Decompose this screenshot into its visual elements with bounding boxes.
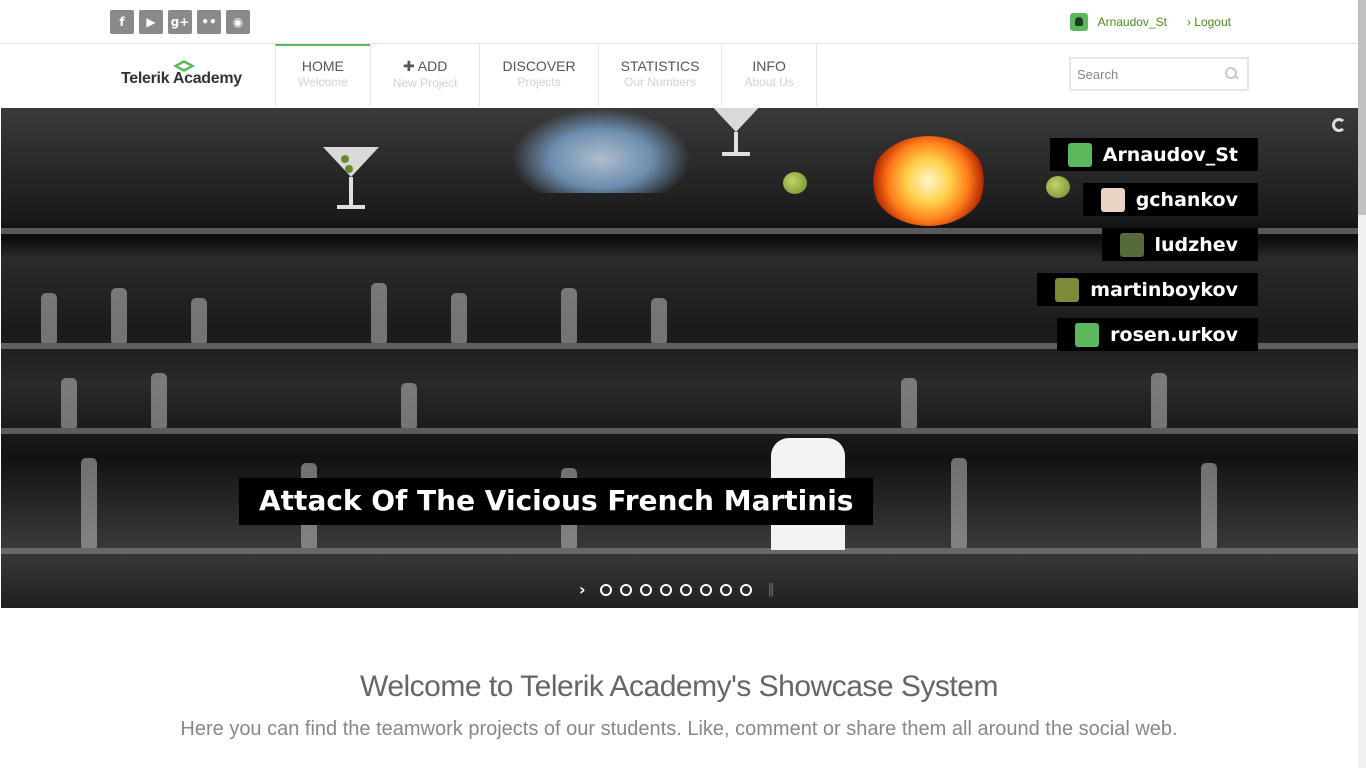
author-avatar xyxy=(1055,277,1080,302)
shelf-line xyxy=(1,548,1358,554)
user-box: Arnaudov_St › Logout xyxy=(1069,13,1231,31)
author-avatar xyxy=(1100,187,1125,212)
github-icon[interactable]: ◉ xyxy=(226,10,250,34)
nav-statistics[interactable]: STATISTICS Our Numbers xyxy=(597,44,722,106)
flickr-icon[interactable]: •• xyxy=(197,10,221,34)
bottle-decor xyxy=(81,458,97,548)
bottle-decor xyxy=(61,378,77,428)
bottle-decor xyxy=(901,378,917,428)
author-tag[interactable]: martinboykov xyxy=(1037,273,1258,306)
author-name: ludzhev xyxy=(1154,233,1239,256)
author-name: gchankov xyxy=(1135,188,1238,211)
pause-icon[interactable]: || xyxy=(768,582,775,597)
slide-dot[interactable] xyxy=(719,583,732,596)
nav-add[interactable]: ✚ ADD New Project xyxy=(369,44,480,106)
welcome-title: Welcome to Telerik Academy's Showcase Sy… xyxy=(360,670,998,703)
slide-dot[interactable] xyxy=(659,583,672,596)
nav-discover-label: DISCOVER xyxy=(502,58,576,74)
slide-dot[interactable] xyxy=(639,583,652,596)
author-tag[interactable]: gchankov xyxy=(1082,183,1258,216)
author-tag[interactable]: Arnaudov_St xyxy=(1049,138,1258,171)
author-avatar xyxy=(1067,142,1092,167)
martini-glass-graphic xyxy=(323,147,379,209)
telerik-academy-logo[interactable]: Telerik Academy xyxy=(121,60,251,90)
page-scrollbar[interactable] xyxy=(1358,0,1366,768)
martini-glass-graphic xyxy=(713,108,759,156)
nav-discover[interactable]: DISCOVER Projects xyxy=(479,44,597,106)
slide-dot[interactable] xyxy=(599,583,612,596)
shattered-glass-graphic xyxy=(511,108,691,193)
nav-statistics-sub: Our Numbers xyxy=(624,75,697,89)
shelf-line xyxy=(1,428,1358,434)
scrollbar-thumb[interactable] xyxy=(1358,0,1366,215)
search-icon[interactable] xyxy=(1225,67,1239,81)
youtube-icon[interactable]: ▶ xyxy=(139,10,163,34)
next-slide-icon[interactable]: › xyxy=(579,580,586,599)
bottle-decor xyxy=(371,283,387,343)
nav-home-label: HOME xyxy=(301,58,344,74)
slide-title[interactable]: Attack Of The Vicious French Martinis xyxy=(239,478,874,525)
bottle-decor xyxy=(561,288,577,343)
author-avatar xyxy=(1119,232,1144,257)
main-navbar: Telerik Academy HOME Welcome ✚ ADD New P… xyxy=(0,44,1358,108)
search-placeholder: Search xyxy=(1077,66,1119,82)
search-input[interactable]: Search xyxy=(1069,57,1249,91)
explosion-graphic xyxy=(871,136,986,226)
logout-link[interactable]: › Logout xyxy=(1187,15,1231,29)
nav-add-label: ✚ ADD xyxy=(402,58,448,74)
bottle-decor xyxy=(651,298,667,343)
olive-graphic xyxy=(783,172,807,194)
top-bar: f ▶ g+ •• ◉ Arnaudov_St › Logout xyxy=(0,0,1358,44)
bottle-decor xyxy=(111,288,127,343)
nav-statistics-label: STATISTICS xyxy=(620,58,700,74)
bottle-decor xyxy=(41,293,57,343)
welcome-subtitle: Here you can find the teamwork projects … xyxy=(180,718,1178,740)
slider-pager: › || xyxy=(579,580,775,599)
slide-dot[interactable] xyxy=(699,583,712,596)
author-name: Arnaudov_St xyxy=(1102,143,1238,166)
project-slider[interactable]: Arnaudov_St gchankov ludzhev martinboyko… xyxy=(1,108,1358,608)
bottle-decor xyxy=(191,298,207,343)
nav-discover-sub: Projects xyxy=(517,75,561,89)
google-plus-icon[interactable]: g+ xyxy=(168,10,192,34)
nav-add-sub: New Project xyxy=(392,76,458,90)
bottle-decor xyxy=(401,383,417,428)
nav-home[interactable]: HOME Welcome xyxy=(275,44,370,106)
facebook-icon[interactable]: f xyxy=(110,10,134,34)
bottle-decor xyxy=(1201,463,1217,548)
nav-info[interactable]: INFO About Us xyxy=(721,44,817,106)
username-link[interactable]: Arnaudov_St xyxy=(1098,15,1167,29)
bottle-decor xyxy=(951,458,967,548)
bottle-decor xyxy=(1151,373,1167,428)
slide-dot[interactable] xyxy=(679,583,692,596)
bottle-decor xyxy=(451,293,467,343)
nav-home-sub: Welcome xyxy=(298,75,348,89)
main-menu: HOME Welcome ✚ ADD New Project DISCOVER … xyxy=(275,44,817,106)
logo-text: Telerik Academy xyxy=(121,70,242,87)
user-avatar[interactable] xyxy=(1069,13,1088,31)
author-avatar xyxy=(1075,322,1100,347)
author-tag[interactable]: rosen.urkov xyxy=(1057,318,1258,351)
project-authors: Arnaudov_St gchankov ludzhev martinboyko… xyxy=(1037,138,1258,351)
author-name: rosen.urkov xyxy=(1110,323,1238,346)
author-name: martinboykov xyxy=(1090,278,1238,301)
bottle-decor xyxy=(151,373,167,428)
loading-spinner-icon xyxy=(1332,118,1346,132)
slide-dot[interactable] xyxy=(739,583,752,596)
social-links: f ▶ g+ •• ◉ xyxy=(110,10,250,34)
welcome-section: Welcome to Telerik Academy's Showcase Sy… xyxy=(0,670,1358,741)
nav-info-sub: About Us xyxy=(744,75,794,89)
nav-info-label: INFO xyxy=(752,58,786,74)
author-tag[interactable]: ludzhev xyxy=(1101,228,1258,261)
slide-dot[interactable] xyxy=(619,583,632,596)
